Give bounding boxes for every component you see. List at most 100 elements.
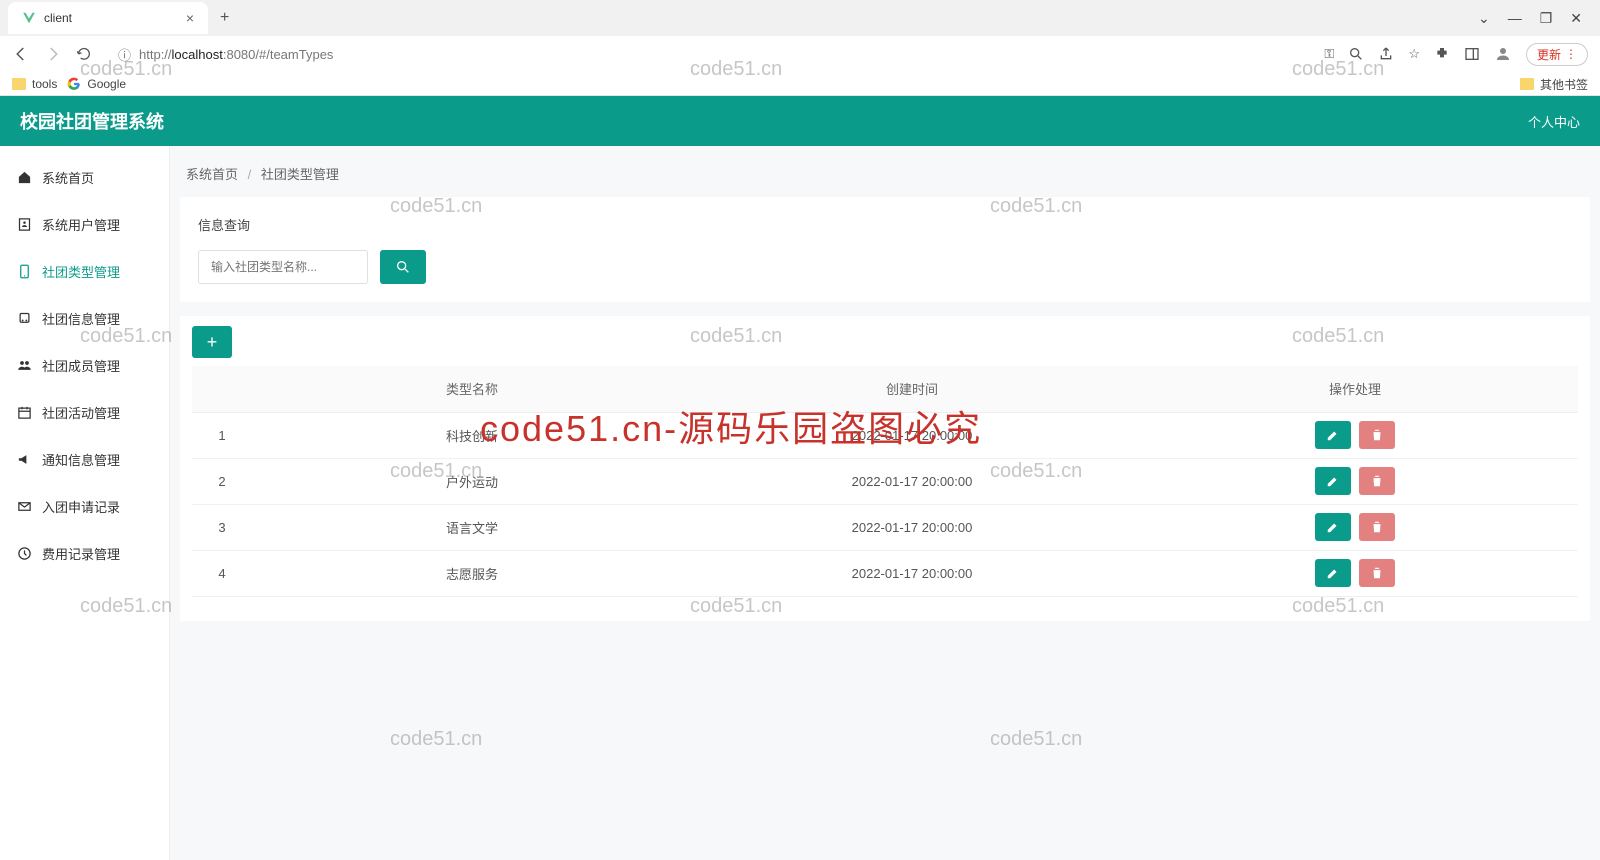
bookmark-tools[interactable]: tools: [12, 77, 57, 91]
breadcrumb: 系统首页 / 社团类型管理: [170, 160, 1600, 197]
share-icon[interactable]: [1378, 46, 1394, 62]
app-title: 校园社团管理系统: [20, 108, 164, 134]
close-tab-icon[interactable]: ×: [186, 10, 194, 26]
train-icon: [16, 311, 32, 327]
col-time: 创建时间: [692, 366, 1132, 412]
pencil-icon: [1326, 566, 1340, 580]
user-center-link[interactable]: 个人中心: [1528, 112, 1580, 131]
forward-button[interactable]: [44, 45, 62, 63]
cell-action: [1132, 504, 1578, 550]
megaphone-icon: [16, 452, 32, 468]
sidebar-item-activities[interactable]: 社团活动管理: [0, 389, 169, 436]
site-info-icon[interactable]: ⓘ: [118, 45, 131, 64]
table-row: 2 户外运动 2022-01-17 20:00:00: [192, 458, 1578, 504]
address-bar[interactable]: ⓘ http://localhost:8080/#/teamTypes: [106, 39, 1310, 69]
sidebar-label: 系统用户管理: [42, 215, 120, 234]
edit-button[interactable]: [1315, 421, 1351, 449]
edit-button[interactable]: [1315, 467, 1351, 495]
extensions-icon[interactable]: [1434, 46, 1450, 62]
data-table: 类型名称 创建时间 操作处理 1 科技创新 2022-01-17 20:00:0…: [192, 366, 1578, 597]
search-icon: [395, 259, 411, 275]
browser-chrome: client × + ⌄ — ❐ ✕ ⓘ http://localhost:80…: [0, 0, 1600, 96]
sidebar: 系统首页 系统用户管理 社团类型管理 社团信息管理 社团成员管理 社团活动管理 …: [0, 146, 170, 860]
bookmark-star-icon[interactable]: ☆: [1408, 46, 1420, 62]
table-panel: + 类型名称 创建时间 操作处理 1 科技创新 2022-01-17 20:00…: [180, 316, 1590, 621]
sidebar-item-fee[interactable]: 费用记录管理: [0, 530, 169, 577]
key-icon[interactable]: ⚿: [1324, 46, 1334, 62]
add-button[interactable]: +: [192, 326, 232, 358]
trash-icon: [1370, 474, 1384, 488]
sidebar-item-members[interactable]: 社团成员管理: [0, 342, 169, 389]
update-button[interactable]: 更新 ⋮: [1526, 43, 1588, 66]
zoom-icon[interactable]: [1348, 46, 1364, 62]
cell-name: 户外运动: [252, 458, 692, 504]
sidebar-item-home[interactable]: 系统首页: [0, 154, 169, 201]
delete-button[interactable]: [1359, 559, 1395, 587]
sidebar-label: 社团类型管理: [42, 262, 120, 281]
cell-time: 2022-01-17 20:00:00: [692, 412, 1132, 458]
delete-button[interactable]: [1359, 421, 1395, 449]
delete-button[interactable]: [1359, 513, 1395, 541]
pencil-icon: [1326, 428, 1340, 442]
minimize-icon[interactable]: —: [1508, 10, 1522, 27]
col-index: [192, 366, 252, 412]
sidebar-label: 入团申请记录: [42, 497, 120, 516]
search-button[interactable]: [380, 250, 426, 284]
sidebar-label: 社团活动管理: [42, 403, 120, 422]
sidebar-item-team-types[interactable]: 社团类型管理: [0, 248, 169, 295]
new-tab-button[interactable]: +: [214, 9, 235, 27]
sidebar-item-users[interactable]: 系统用户管理: [0, 201, 169, 248]
sidebar-item-team-info[interactable]: 社团信息管理: [0, 295, 169, 342]
edit-button[interactable]: [1315, 559, 1351, 587]
mobile-icon: [16, 264, 32, 280]
sidebar-label: 社团信息管理: [42, 309, 120, 328]
col-action: 操作处理: [1132, 366, 1578, 412]
bookmark-other[interactable]: 其他书签: [1520, 76, 1588, 93]
reload-button[interactable]: [76, 46, 92, 62]
cell-action: [1132, 412, 1578, 458]
delete-button[interactable]: [1359, 467, 1395, 495]
cell-action: [1132, 458, 1578, 504]
close-window-icon[interactable]: ✕: [1570, 10, 1582, 27]
cell-name: 志愿服务: [252, 550, 692, 596]
sidebar-item-notice[interactable]: 通知信息管理: [0, 436, 169, 483]
table-row: 1 科技创新 2022-01-17 20:00:00: [192, 412, 1578, 458]
folder-icon: [12, 78, 26, 90]
trash-icon: [1370, 566, 1384, 580]
cell-index: 4: [192, 550, 252, 596]
cell-index: 1: [192, 412, 252, 458]
side-panel-icon[interactable]: [1464, 46, 1480, 62]
google-icon: [67, 77, 81, 91]
sidebar-label: 通知信息管理: [42, 450, 120, 469]
maximize-icon[interactable]: ❐: [1540, 10, 1553, 27]
url-text: http://localhost:8080/#/teamTypes: [139, 47, 333, 62]
cell-action: [1132, 550, 1578, 596]
cell-time: 2022-01-17 20:00:00: [692, 550, 1132, 596]
caret-down-icon[interactable]: ⌄: [1478, 10, 1490, 27]
tab-title: client: [44, 11, 72, 25]
breadcrumb-sep: /: [248, 167, 252, 182]
app-header: 校园社团管理系统 个人中心: [0, 96, 1600, 146]
profile-icon[interactable]: [1494, 45, 1512, 63]
sidebar-label: 社团成员管理: [42, 356, 120, 375]
search-panel: 信息查询: [180, 197, 1590, 302]
sidebar-label: 系统首页: [42, 168, 94, 187]
edit-button[interactable]: [1315, 513, 1351, 541]
browser-tab[interactable]: client ×: [8, 2, 208, 34]
col-name: 类型名称: [252, 366, 692, 412]
pencil-icon: [1326, 520, 1340, 534]
pencil-icon: [1326, 474, 1340, 488]
home-icon: [16, 170, 32, 186]
breadcrumb-home[interactable]: 系统首页: [186, 167, 238, 182]
trash-icon: [1370, 428, 1384, 442]
search-input[interactable]: [198, 250, 368, 284]
cell-index: 2: [192, 458, 252, 504]
cell-time: 2022-01-17 20:00:00: [692, 504, 1132, 550]
sidebar-label: 费用记录管理: [42, 544, 120, 563]
search-panel-title: 信息查询: [198, 215, 1572, 234]
sidebar-item-apply[interactable]: 入团申请记录: [0, 483, 169, 530]
back-button[interactable]: [12, 45, 30, 63]
user-icon: [16, 217, 32, 233]
clock-icon: [16, 546, 32, 562]
bookmark-google[interactable]: Google: [67, 77, 126, 91]
